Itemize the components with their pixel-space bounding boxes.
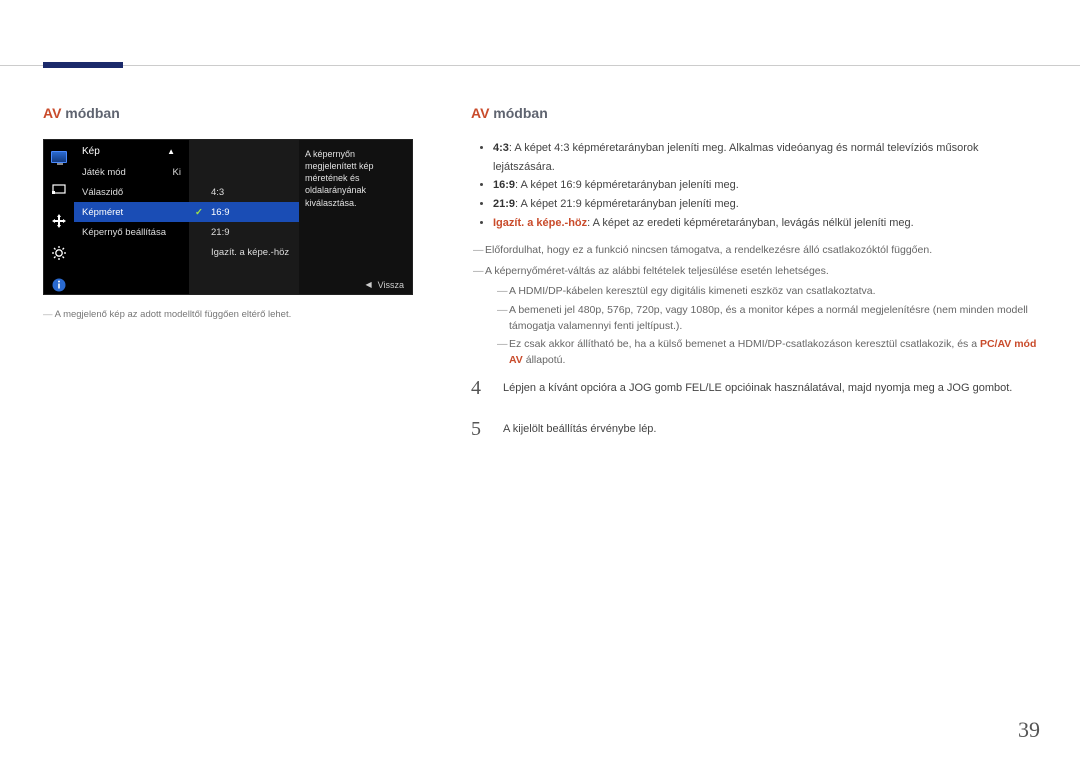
- header-accent-bar: [43, 62, 123, 68]
- note-unsupported: Előfordulhat, hogy ez a funkció nincsen …: [473, 242, 1037, 259]
- osd-item-label: Képernyő beállítása: [82, 227, 166, 238]
- osd-option-label: 21:9: [211, 227, 230, 238]
- osd-item-game-mode: Játék mód Ki: [74, 162, 189, 182]
- osd-sidebar-icons: [44, 140, 74, 294]
- osd-title: Kép: [82, 146, 100, 157]
- bullet-bold: 21:9: [493, 198, 515, 210]
- left-section-title: AV módban: [43, 105, 446, 121]
- steps-list: 4 Lépjen a kívánt opcióra a JOG gomb FEL…: [471, 377, 1037, 441]
- step-text: A kijelölt beállítás érvénybe lép.: [503, 418, 656, 439]
- osd-help-text: A képernyőn megjelenített kép méretének …: [305, 149, 374, 208]
- title-rest: módban: [489, 105, 547, 121]
- osd-item-screen-adjust: Képernyő beállítása: [74, 222, 189, 242]
- title-accent: AV: [471, 105, 489, 121]
- osd-item-value: Ki: [173, 167, 181, 178]
- osd-item-label: Képméret: [82, 207, 123, 218]
- osd-option-list: 4:3 ✓ 16:9 21:9 Igazít. a képe.-höz: [189, 140, 299, 294]
- right-column: AV módban 4:3: A képet 4:3 képméretarány…: [471, 105, 1037, 459]
- step-text: Lépjen a kívánt opcióra a JOG gomb FEL/L…: [503, 377, 1012, 398]
- osd-option-16-9: ✓ 16:9: [189, 202, 299, 222]
- osd-option-4-3: 4:3: [189, 182, 299, 202]
- osd-item-label: Válaszidő: [82, 187, 123, 198]
- title-rest: módban: [61, 105, 119, 121]
- osd-item-picture-size: Képméret: [74, 202, 189, 222]
- bullet-text: : A képet 16:9 képméretarányban jeleníti…: [515, 179, 739, 191]
- bullet-bold: 16:9: [493, 179, 515, 191]
- bullet-4-3: 4:3: A képet 4:3 képméretarányban jelení…: [493, 139, 1037, 176]
- osd-option-label: 16:9: [211, 207, 230, 218]
- bullet-21-9: 21:9: A képet 21:9 képméretarányban jele…: [493, 195, 1037, 214]
- step-number: 5: [471, 418, 489, 441]
- aspect-ratio-bullets: 4:3: A képet 4:3 képméretarányban jelení…: [489, 139, 1037, 232]
- left-column: AV módban: [43, 105, 446, 459]
- subnote-pcav: Ez csak akkor állítható be, ha a külső b…: [497, 337, 1037, 369]
- bullet-16-9: 16:9: A képet 16:9 képméretarányban jele…: [493, 176, 1037, 195]
- osd-option-21-9: 21:9: [189, 222, 299, 242]
- triangle-up-icon: ▲: [167, 147, 175, 156]
- step-4: 4 Lépjen a kívánt opcióra a JOG gomb FEL…: [471, 377, 1037, 400]
- subnote-post: állapotú.: [523, 354, 566, 366]
- page-number: 39: [1018, 717, 1040, 743]
- osd-menu-list: Kép ▲ Játék mód Ki Válaszidő K: [74, 140, 189, 294]
- osd-item-label: Játék mód: [82, 167, 126, 178]
- info-icon: [50, 276, 68, 294]
- bullet-bold: 4:3: [493, 142, 509, 154]
- rectangle-icon: [50, 180, 68, 198]
- title-accent: AV: [43, 105, 61, 121]
- gear-icon: [50, 244, 68, 262]
- osd-item-response: Válaszidő: [74, 182, 189, 202]
- move-icon: [50, 212, 68, 230]
- subnote-signal: A bemeneti jel 480p, 576p, 720p, vagy 10…: [497, 303, 1037, 335]
- monitor-icon: [50, 148, 68, 166]
- bullet-text: : A képet 21:9 képméretarányban jeleníti…: [515, 198, 739, 210]
- osd-option-label: 4:3: [211, 187, 224, 198]
- step-number: 4: [471, 377, 489, 400]
- check-icon: ✓: [195, 207, 203, 218]
- osd-caption: A megjelenő kép az adott modelltől függő…: [43, 309, 446, 320]
- bullet-text: : A képet az eredeti képméretarányban, l…: [587, 217, 914, 229]
- osd-screenshot: Kép ▲ Játék mód Ki Válaszidő K: [43, 139, 446, 295]
- osd-option-fit: Igazít. a képe.-höz: [189, 242, 299, 262]
- osd-header: Kép ▲: [74, 140, 189, 162]
- osd-help-panel: A képernyőn megjelenített kép méretének …: [299, 140, 412, 294]
- note-conditions: A képernyőméret-váltás az alábbi feltéte…: [473, 263, 1037, 280]
- osd-footer: ◀ Vissza: [357, 276, 412, 294]
- right-section-title: AV módban: [471, 105, 1037, 121]
- bullet-text: : A képet 4:3 képméretarányban jeleníti …: [493, 142, 979, 173]
- subnote-pre: Ez csak akkor állítható be, ha a külső b…: [509, 338, 980, 350]
- triangle-left-icon: ◀: [365, 280, 371, 291]
- bullet-accent: Igazít. a képe.-höz: [493, 217, 587, 229]
- step-5: 5 A kijelölt beállítás érvénybe lép.: [471, 418, 1037, 441]
- subnote-hdmi: A HDMI/DP-kábelen keresztül egy digitáli…: [497, 284, 1037, 300]
- header-rule: [0, 65, 1080, 66]
- bullet-fit: Igazít. a képe.-höz: A képet az eredeti …: [493, 214, 1037, 233]
- osd-option-label: Igazít. a képe.-höz: [211, 247, 289, 258]
- osd-back-label: Vissza: [378, 279, 404, 291]
